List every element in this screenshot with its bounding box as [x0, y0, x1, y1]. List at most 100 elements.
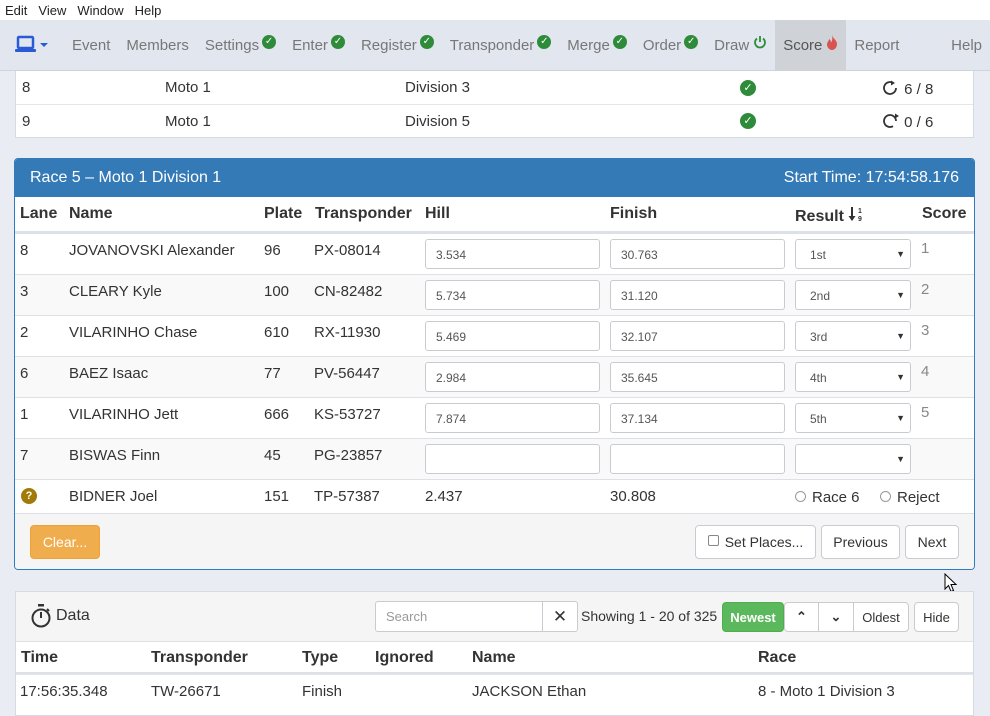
set-places-button[interactable]: Set Places... — [695, 525, 816, 559]
finish-time-input[interactable] — [610, 444, 785, 474]
search-input[interactable]: Search — [375, 601, 543, 632]
data-panel: Data Search ✕ Showing 1 - 20 of 325 Newe… — [15, 591, 974, 716]
heat-row[interactable]: 9 Moto 1 Division 5 ✓ 0 / 6 — [16, 104, 973, 137]
check-circle-icon: ✓ — [612, 35, 627, 49]
finish-time-input[interactable]: 30.763 — [610, 239, 785, 269]
nav-merge[interactable]: Merge ✓ — [559, 20, 635, 71]
menu-window[interactable]: Window — [72, 3, 129, 18]
hill-time-input[interactable]: 7.874 — [425, 403, 600, 433]
race-table-header: Lane Name Plate Transponder Hill Finish … — [15, 197, 974, 233]
refresh-icon — [883, 80, 897, 95]
move-to-race-radio[interactable]: Race 6 — [795, 489, 860, 506]
race-panel-footer: Clear... Set Places... Previous Next — [15, 513, 974, 569]
check-circle-icon: ✓ — [262, 35, 277, 49]
redo-icon — [883, 113, 899, 128]
data-row[interactable]: 17:56:35.348 TW-26671 Finish JACKSON Eth… — [16, 674, 973, 707]
menu-view[interactable]: View — [33, 3, 72, 18]
check-circle-icon: ✓ — [330, 35, 345, 49]
result-select[interactable]: 4th ▼ — [795, 362, 911, 392]
finish-time-input[interactable]: 32.107 — [610, 321, 785, 351]
heats-table: 8 Moto 1 Division 3 ✓ 6 / 8 9 Moto 1 Div… — [15, 71, 974, 138]
laptop-menu-button[interactable] — [0, 20, 64, 71]
heat-division: Division 3 — [405, 79, 471, 96]
finish-time-input[interactable]: 37.134 — [610, 403, 785, 433]
stopwatch-icon — [31, 604, 51, 628]
heat-moto: Moto 1 — [165, 112, 211, 130]
laptop-icon — [15, 35, 48, 52]
check-circle-icon: ✓ — [419, 35, 434, 49]
clear-search-button[interactable]: ✕ — [542, 601, 578, 632]
score-value: 4 — [921, 363, 930, 380]
chevron-down-icon: ⌄ — [830, 609, 842, 624]
result-select[interactable]: 1st ▼ — [795, 239, 911, 269]
nav-help[interactable]: Help — [943, 20, 990, 71]
race-row: 3 CLEARY Kyle 100 CN-82482 5.734 31.120 … — [15, 274, 974, 315]
data-table-header: Time Transponder Type Ignored Name Race — [16, 642, 973, 674]
menu-edit[interactable]: Edit — [0, 3, 33, 18]
nav-event[interactable]: Event — [64, 20, 118, 71]
oldest-button[interactable]: Oldest — [853, 602, 909, 632]
nav-register[interactable]: Register ✓ — [353, 20, 442, 71]
svg-text:1: 1 — [858, 208, 862, 215]
mouse-cursor-icon — [944, 573, 958, 593]
race-start-time: Start Time: 17:54:58.176 — [783, 169, 959, 186]
nav-transponder[interactable]: Transponder ✓ — [442, 20, 560, 71]
race-panel-header: Race 5 – Moto 1 Division 1 Start Time: 1… — [15, 159, 974, 197]
radio-icon — [795, 490, 806, 502]
finish-time-input[interactable]: 35.645 — [610, 362, 785, 392]
nav-settings[interactable]: Settings ✓ — [197, 20, 284, 71]
hill-time-input[interactable]: 5.734 — [425, 280, 600, 310]
next-button[interactable]: Next — [905, 525, 959, 559]
clear-button[interactable]: Clear... — [30, 525, 100, 559]
nav-order[interactable]: Order ✓ — [635, 20, 706, 71]
data-title: Data — [56, 607, 90, 624]
hill-time-input[interactable]: 5.469 — [425, 321, 600, 351]
menubar: Edit View Window Help — [0, 0, 990, 20]
caret-down-icon: ▼ — [896, 413, 905, 423]
result-select[interactable]: 3rd ▼ — [795, 321, 911, 351]
race-row: 1 VILARINHO Jett 666 KS-53727 7.874 37.1… — [15, 397, 974, 438]
nav-enter[interactable]: Enter ✓ — [284, 20, 353, 71]
nav-report[interactable]: Report — [846, 20, 907, 71]
chevron-up-icon: ⌃ — [796, 609, 807, 624]
result-select[interactable]: 5th ▼ — [795, 403, 911, 433]
heat-progress: 6 / 8 — [882, 78, 933, 98]
race-title: Race 5 – Moto 1 Division 1 — [30, 169, 222, 186]
result-select[interactable]: ▼ — [795, 444, 911, 474]
check-circle-icon: ✓ — [740, 79, 756, 96]
heat-number: 8 — [22, 79, 31, 96]
data-panel-header: Data Search ✕ Showing 1 - 20 of 325 Newe… — [16, 592, 973, 642]
race-panel: Race 5 – Moto 1 Division 1 Start Time: 1… — [14, 158, 975, 570]
navbar: Event Members Settings ✓ Enter ✓ Register ✓… — [0, 19, 990, 71]
heat-division: Division 5 — [405, 112, 471, 130]
reject-radio[interactable]: Reject — [880, 489, 940, 506]
finish-time-input[interactable]: 31.120 — [610, 280, 785, 310]
close-icon: ✕ — [552, 606, 568, 626]
result-sort-header[interactable]: Result 1 9 — [795, 205, 864, 226]
score-value: 5 — [921, 404, 930, 421]
hill-time-input[interactable]: 3.534 — [425, 239, 600, 269]
race-row: 6 BAEZ Isaac 77 PV-56447 2.984 35.645 4t… — [15, 356, 974, 397]
scroll-up-button[interactable]: ⌃ — [784, 602, 819, 632]
race-row: 8 JOVANOVSKI Alexander 96 PX-08014 3.534… — [15, 233, 974, 274]
nav-draw[interactable]: Draw — [706, 20, 775, 71]
scroll-down-button[interactable]: ⌄ — [818, 602, 854, 632]
caret-down-icon: ▼ — [896, 290, 905, 300]
heat-row[interactable]: 8 Moto 1 Division 3 ✓ 6 / 8 — [16, 71, 973, 104]
hide-button[interactable]: Hide — [914, 602, 959, 632]
nav-members[interactable]: Members — [118, 20, 197, 71]
nav-score[interactable]: Score — [775, 19, 847, 71]
score-value: 3 — [921, 322, 930, 339]
newest-button[interactable]: Newest — [722, 602, 784, 632]
result-select[interactable]: 2nd ▼ — [795, 280, 911, 310]
score-value: 2 — [921, 281, 930, 298]
check-circle-icon: ✓ — [537, 35, 552, 49]
race-row: 2 VILARINHO Chase 610 RX-11930 5.469 32.… — [15, 315, 974, 356]
heat-moto: Moto 1 — [165, 79, 211, 96]
svg-text:9: 9 — [858, 216, 862, 222]
hill-time-input[interactable]: 2.984 — [425, 362, 600, 392]
menu-help[interactable]: Help — [130, 3, 168, 18]
previous-button[interactable]: Previous — [821, 525, 900, 559]
power-icon — [754, 36, 767, 49]
hill-time-input[interactable] — [425, 444, 600, 474]
